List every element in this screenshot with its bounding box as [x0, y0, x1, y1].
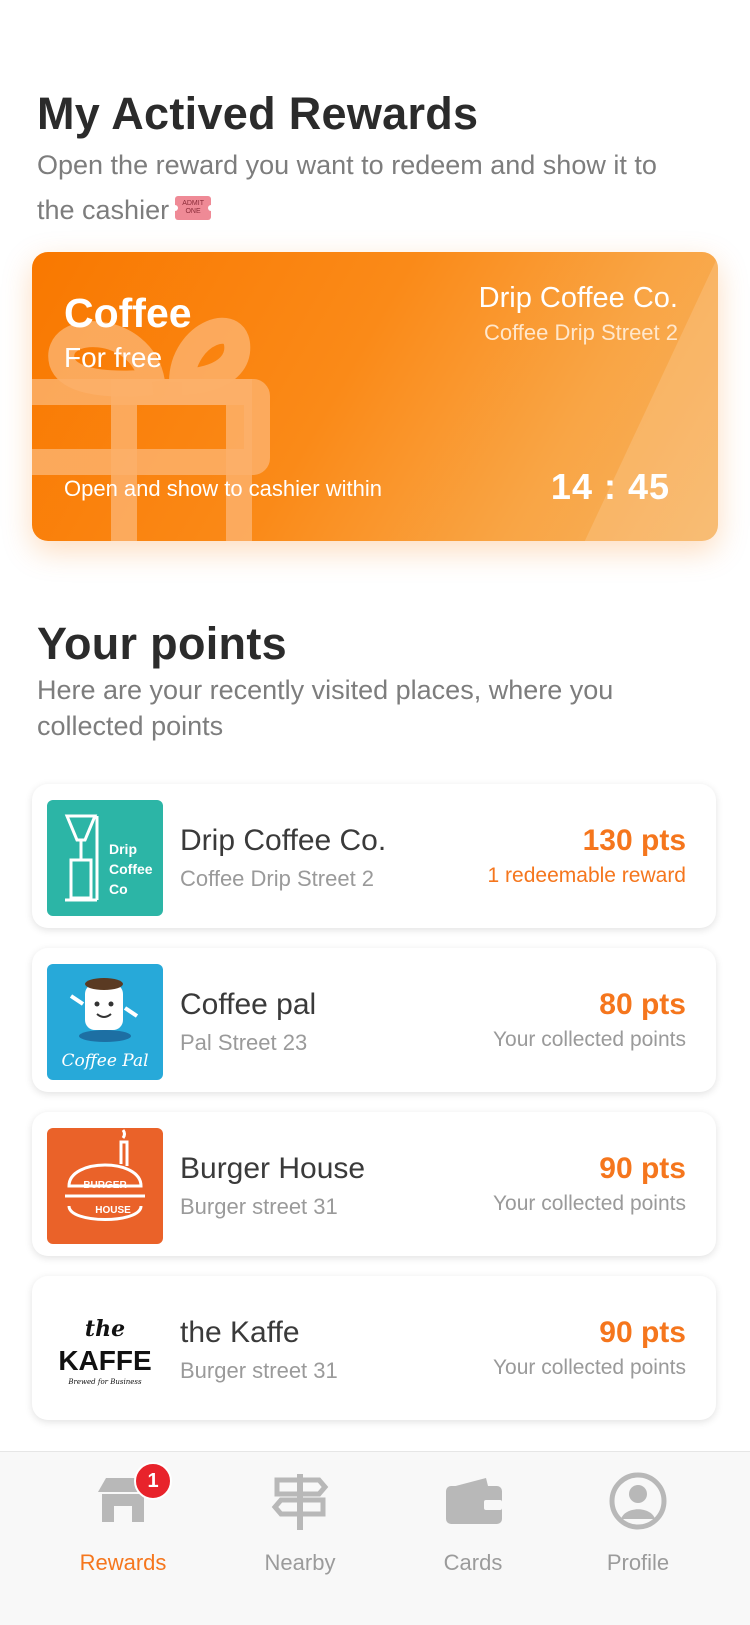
reward-description: For free: [64, 342, 163, 373]
tab-label: Nearby: [264, 1550, 336, 1575]
place-name: Coffee pal: [180, 988, 317, 1021]
the-kaffe-logo: the KAFFE Brewed for Business: [47, 1292, 163, 1408]
rewards-section-title: My Actived Rewards: [37, 88, 479, 139]
place-points-note: Your collected points: [492, 1356, 686, 1379]
tab-profile[interactable]: Profile: [563, 1470, 713, 1590]
place-name: the Kaffe: [180, 1316, 300, 1349]
place-points: 90 pts: [599, 1152, 686, 1185]
burger-logo-line2: HOUSE: [95, 1205, 131, 1216]
ticket-icon: ADMIT ONE: [172, 195, 215, 220]
signpost-icon: [269, 1470, 331, 1532]
tab-label: Profile: [606, 1550, 670, 1575]
rewards-badge: 1: [134, 1462, 172, 1500]
drip-coffee-logo: Drip Coffee Co: [47, 800, 163, 916]
wallet-icon: [442, 1470, 504, 1532]
place-name: Burger House: [180, 1152, 366, 1185]
drip-coffee-logo-mark: Drip Coffee Co: [64, 814, 153, 902]
place-street: Burger street 31: [180, 1194, 338, 1219]
tab-label: Cards: [443, 1550, 503, 1575]
kaffe-logo-line2: KAFFE: [58, 1345, 151, 1376]
tab-nearby[interactable]: Nearby: [225, 1470, 375, 1590]
the-kaffe-logo-mark: the KAFFE Brewed for Business: [58, 1316, 151, 1386]
points-section-subtitle: Here are your recently visited places, w…: [37, 675, 614, 741]
rewards-section-subtitle: Open the reward you want to redeem and s…: [37, 143, 677, 233]
reward-merchant-street: Coffee Drip Street 2: [483, 320, 678, 345]
place-points: 80 pts: [599, 988, 686, 1021]
reward-countdown-timer: 14 : 45: [550, 466, 670, 507]
coffee-pal-logo: Coffee Pal: [47, 964, 163, 1080]
drip-logo-line3: Co: [109, 881, 128, 897]
burger-house-logo-mark: BURGER HOUSE: [65, 1129, 145, 1221]
tab-rewards[interactable]: 1 Rewards: [48, 1462, 198, 1590]
reward-redeem-hint: Open and show to cashier within: [64, 476, 382, 501]
burger-house-logo: BURGER HOUSE: [47, 1128, 163, 1244]
reward-merchant-name: Drip Coffee Co.: [478, 282, 678, 314]
drip-logo-line1: Drip: [109, 841, 137, 857]
coffee-pal-logo-mark: Coffee Pal: [61, 978, 149, 1071]
tab-cards[interactable]: Cards: [398, 1470, 548, 1590]
active-reward-card[interactable]: Coffee For free Drip Coffee Co. Coffee D…: [32, 252, 718, 541]
rewards-subtitle-text: Open the reward you want to redeem and s…: [37, 150, 657, 225]
place-points-note: Your collected points: [492, 1192, 686, 1215]
bottom-tab-bar: 1 Rewards Nearby Cards Profile: [0, 1451, 750, 1625]
profile-icon: [607, 1470, 669, 1532]
place-street: Burger street 31: [180, 1358, 338, 1383]
place-item-the-kaffe[interactable]: the KAFFE Brewed for Business the Kaffe …: [32, 1276, 716, 1420]
place-points-note: Your collected points: [492, 1028, 686, 1051]
kaffe-logo-line1: the: [85, 1316, 125, 1342]
tab-label: Rewards: [79, 1550, 167, 1575]
place-street: Pal Street 23: [180, 1030, 308, 1055]
place-item-coffee-pal[interactable]: Coffee Pal Coffee pal Pal Street 23 80 p…: [32, 948, 716, 1092]
points-section-title: Your points: [37, 618, 287, 669]
drip-logo-line2: Coffee: [109, 861, 153, 877]
coffee-pal-logo-text: Coffee Pal: [61, 1051, 148, 1071]
reward-name: Coffee: [64, 290, 192, 336]
place-points: 90 pts: [599, 1316, 686, 1349]
kaffe-logo-line3: Brewed for Business: [67, 1378, 142, 1386]
store-icon: 1: [92, 1462, 172, 1532]
place-redeemable-note: 1 redeemable reward: [487, 864, 686, 887]
place-item-drip-coffee[interactable]: Drip Coffee Co Drip Coffee Co. Coffee Dr…: [32, 784, 716, 928]
place-item-burger-house[interactable]: BURGER HOUSE Burger House Burger street …: [32, 1112, 716, 1256]
place-name: Drip Coffee Co.: [180, 824, 387, 857]
burger-logo-line1: BURGER: [83, 1180, 127, 1191]
place-street: Coffee Drip Street 2: [180, 866, 375, 891]
place-points: 130 pts: [582, 824, 686, 857]
